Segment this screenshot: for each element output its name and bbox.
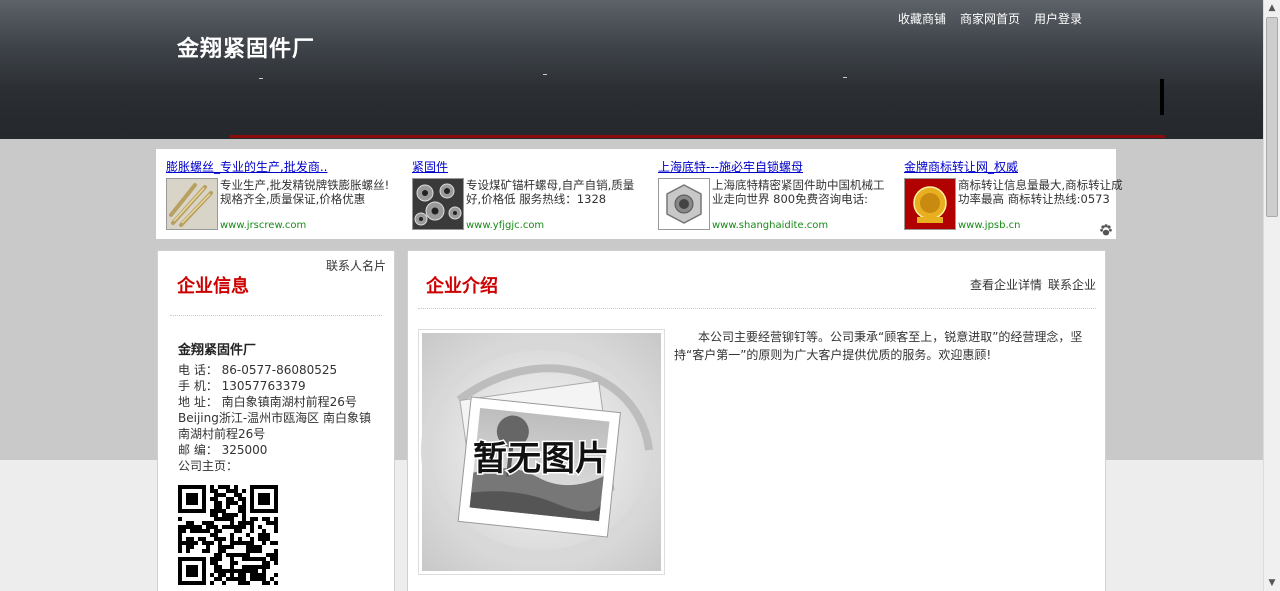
scroll-up-icon[interactable]: ▲ (1264, 0, 1280, 16)
panel-heading: 企业信息 (177, 276, 249, 297)
favorite-shop-link[interactable]: 收藏商铺 (898, 10, 946, 27)
ad-title-link[interactable]: 上海底特---施必牢自锁螺母 (658, 158, 803, 175)
ad-item[interactable]: 金牌商标转让网_权威 商标转让信息量最大,商标转让成功率最高 商标转让热线:05… (894, 158, 1132, 234)
ad-url[interactable]: www.jrscrew.com (220, 220, 306, 231)
postcode-line: 邮 编： 325000 (178, 443, 268, 457)
header-decoration (259, 78, 263, 79)
ad-url[interactable]: www.jpsb.cn (958, 220, 1021, 231)
header-decoration (843, 77, 847, 78)
no-image-placeholder: 暂无图片 (418, 329, 665, 575)
merchant-home-link[interactable]: 商家网首页 (960, 10, 1020, 27)
scrollbar-thumb[interactable] (1266, 17, 1278, 217)
mobile-line: 手 机： 13057763379 (178, 379, 306, 393)
gold-badge-logo-icon[interactable] (904, 178, 956, 230)
paw-icon[interactable] (1099, 223, 1113, 237)
ad-description: 专业生产,批发精锐牌铁膨胀螺丝!规格齐全,质量保证,价格优惠 (220, 178, 390, 206)
header-decoration (543, 74, 547, 75)
intro-text: 本公司主要经营铆钉等。公司秉承“顾客至上，锐意进取”的经营理念，坚持“客户第一”… (674, 330, 1083, 362)
site-header: 金翔紧固件厂 收藏商铺 商家网首页 用户登录 (0, 0, 1263, 139)
address-line: 地 址： 南白象镇南湖村前程26号Beijing浙江-温州市瓯海区 南白象镇南湖… (178, 395, 371, 441)
divider (418, 308, 1096, 309)
no-image-text: 暂无图片 (473, 439, 609, 479)
screw-photo-icon[interactable] (166, 178, 218, 230)
contact-info: 电 话： 86-0577-86080525 手 机： 13057763379 地… (178, 362, 378, 474)
ad-strip: 膨胀螺丝_专业的生产,批发商.. 专业生产,批发精锐牌铁膨胀螺丝!规格齐全,质量… (156, 149, 1123, 239)
company-name: 金翔紧固件厂 (178, 343, 257, 358)
ad-url[interactable]: www.yfjgjc.com (466, 220, 544, 231)
divider (170, 315, 382, 316)
header-decoration (1160, 79, 1164, 115)
ad-item[interactable]: 膨胀螺丝_专业的生产,批发商.. 专业生产,批发精锐牌铁膨胀螺丝!规格齐全,质量… (156, 158, 394, 234)
qr-code-icon (178, 485, 278, 585)
panel-heading: 企业介绍 (426, 276, 498, 297)
ad-title-link[interactable]: 金牌商标转让网_权威 (904, 158, 1018, 175)
ad-description: 专设煤矿锚杆螺母,自产自销,质量好,价格低 服务热线：1328 (466, 178, 635, 206)
company-intro-panel: 企业介绍 查看企业详情 联系企业 暂无图片 本公司主要经营铆钉等。公司秉承“顾客… (407, 250, 1106, 591)
user-login-link[interactable]: 用户登录 (1034, 10, 1082, 27)
phone-line: 电 话： 86-0577-86080525 (178, 363, 338, 377)
scroll-down-icon[interactable]: ▼ (1264, 575, 1280, 591)
ad-title-link[interactable]: 紧固件 (412, 158, 448, 175)
company-info-panel: 联系人名片 企业信息 金翔紧固件厂 电 话： 86-0577-86080525 … (157, 250, 395, 591)
ad-item[interactable]: 紧固件 专设煤矿锚杆螺母,自产自销,质量好,价格低 服务热线：1328 www.… (402, 158, 640, 234)
top-nav: 收藏商铺 商家网首页 用户登录 (898, 10, 1082, 27)
ad-item[interactable]: 上海底特---施必牢自锁螺母 上海底特精密紧固件助中国机械工业走向世界 800免… (648, 158, 886, 234)
ad-description: 商标转让信息量最大,商标转让成功率最高 商标转让热线:0573 (958, 178, 1123, 206)
header-red-line (230, 135, 1165, 138)
site-title: 金翔紧固件厂 (177, 37, 316, 62)
ad-description: 上海底特精密紧固件助中国机械工业走向世界 800免费咨询电话: (712, 178, 885, 206)
contact-card-tab[interactable]: 联系人名片 (326, 257, 386, 274)
nuts-photo-icon[interactable] (412, 178, 464, 230)
ad-title-link[interactable]: 膨胀螺丝_专业的生产,批发商.. (166, 158, 327, 175)
homepage-line: 公司主页： (178, 459, 239, 473)
ad-url[interactable]: www.shanghaidite.com (712, 220, 828, 231)
hex-nut-photo-icon[interactable] (658, 178, 710, 230)
vertical-scrollbar[interactable]: ▲ ▼ (1263, 0, 1280, 591)
view-details-link[interactable]: 查看企业详情 (970, 276, 1042, 293)
intro-links: 查看企业详情 联系企业 (970, 276, 1096, 293)
page: 金翔紧固件厂 收藏商铺 商家网首页 用户登录 膨胀螺丝_专业的生产,批发商.. (0, 0, 1263, 591)
contact-company-link[interactable]: 联系企业 (1048, 276, 1096, 293)
